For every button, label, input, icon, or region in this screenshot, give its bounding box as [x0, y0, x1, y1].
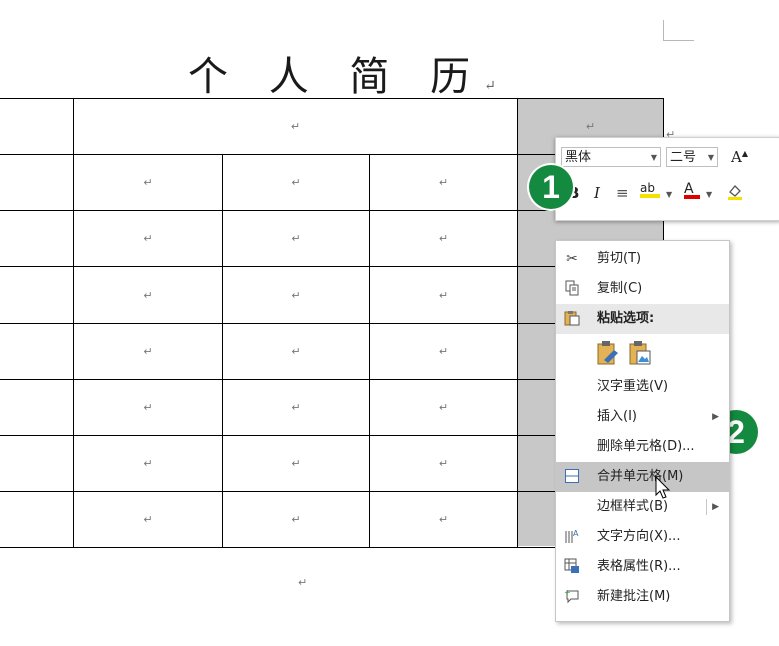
paste-icon [563, 310, 581, 328]
page-title: 个 人 简 历↵ [188, 54, 496, 100]
menu-item-insert[interactable]: 插入(I) ▶ [556, 402, 729, 432]
scissors-icon: ✂ [566, 251, 578, 267]
grow-font-button[interactable]: A▲ [731, 148, 748, 166]
table-cell[interactable]: ↵ [74, 267, 222, 323]
menu-item-border-styles[interactable]: 边框样式(B) ▶ [556, 492, 729, 522]
merge-cells-icon [563, 468, 581, 486]
table-cell[interactable]: ↵ [370, 436, 517, 491]
table-cell[interactable]: ↵ [74, 436, 222, 491]
table-cell[interactable]: ↵ [223, 211, 369, 266]
menu-item-reconvert[interactable]: 汉字重选(V) [556, 372, 729, 402]
submenu-arrow-icon: ▶ [712, 412, 719, 422]
chevron-down-icon: ▼ [707, 153, 714, 162]
table-cell[interactable]: ↵ [223, 267, 369, 323]
table-cell[interactable]: ↵ [74, 380, 222, 435]
submenu-arrow-icon: ▶ [712, 502, 719, 512]
table-cell[interactable]: ↵ [74, 324, 222, 379]
chevron-down-icon[interactable]: ▼ [666, 190, 672, 199]
highlight-button[interactable]: ab [640, 181, 660, 198]
font-name-dropdown[interactable]: 黑体 ▼ [561, 147, 661, 167]
svg-text:+: + [564, 588, 571, 597]
page-corner-mark [663, 20, 694, 41]
menu-header-paste-options: 粘贴选项: [556, 304, 729, 334]
table-cell[interactable]: ↵ [74, 155, 222, 210]
menu-item-delete-cells[interactable]: 删除单元格(D)... [556, 432, 729, 462]
context-menu: ✂ 剪切(T) 复制(C) 粘贴选项: 汉字重选(V) 插入(I) ▶ 删除单元… [555, 240, 730, 622]
table-cell[interactable]: ↵ [370, 211, 517, 266]
table-border [517, 98, 518, 548]
step-badge-1: 1 [529, 165, 573, 209]
mini-toolbar: 黑体 ▼ 二号 ▼ A▲ B I ≡ ab ▼ A ▼ [555, 137, 779, 221]
text-direction-icon: A [563, 528, 581, 546]
table-cell[interactable]: ↵ [223, 380, 369, 435]
svg-text:A: A [573, 529, 579, 538]
italic-button[interactable]: I [594, 184, 600, 202]
chevron-down-icon: ▼ [650, 153, 657, 162]
table-cell[interactable]: ↵ [370, 267, 517, 323]
menu-split-divider [706, 499, 707, 515]
menu-item-table-properties[interactable]: 表格属性(R)... [556, 552, 729, 582]
menu-item-text-direction[interactable]: A 文字方向(X)... [556, 522, 729, 552]
chevron-down-icon[interactable]: ▼ [706, 190, 712, 199]
menu-item-new-comment[interactable]: + 新建批注(M) [556, 582, 729, 612]
trailing-paragraph-mark: ↵ [298, 576, 308, 589]
paste-picture-icon[interactable] [628, 340, 652, 370]
table-cell[interactable]: ↵ [223, 436, 369, 491]
copy-icon [563, 280, 581, 298]
new-comment-icon: + [563, 588, 581, 606]
paste-options-row [556, 334, 729, 372]
mouse-cursor-icon [655, 475, 671, 504]
menu-item-copy[interactable]: 复制(C) [556, 274, 729, 304]
table-cell[interactable]: ↵ [370, 492, 517, 547]
paste-keep-format-icon[interactable] [596, 340, 620, 370]
font-size-dropdown[interactable]: 二号 ▼ [666, 147, 718, 167]
table-properties-icon [563, 558, 581, 576]
paragraph-mark: ↵ [484, 78, 496, 94]
shading-icon[interactable] [726, 182, 744, 204]
table-cell[interactable]: ↵ [223, 492, 369, 547]
table-cell[interactable]: ↵ [370, 324, 517, 379]
center-align-button[interactable]: ≡ [616, 184, 629, 202]
table-cell[interactable]: ↵ [370, 155, 517, 210]
table-cell[interactable]: ↵ [74, 211, 222, 266]
font-color-button[interactable]: A [684, 181, 700, 199]
table-cell[interactable]: ↵ [74, 99, 517, 154]
table-cell[interactable]: ↵ [223, 155, 369, 210]
table-cell[interactable]: ↵ [223, 324, 369, 379]
menu-item-cut[interactable]: ✂ 剪切(T) [556, 244, 729, 274]
table-cell[interactable]: ↵ [370, 380, 517, 435]
menu-item-merge-cells[interactable]: 合并单元格(M) [556, 462, 729, 492]
table-cell[interactable]: ↵ [74, 492, 222, 547]
